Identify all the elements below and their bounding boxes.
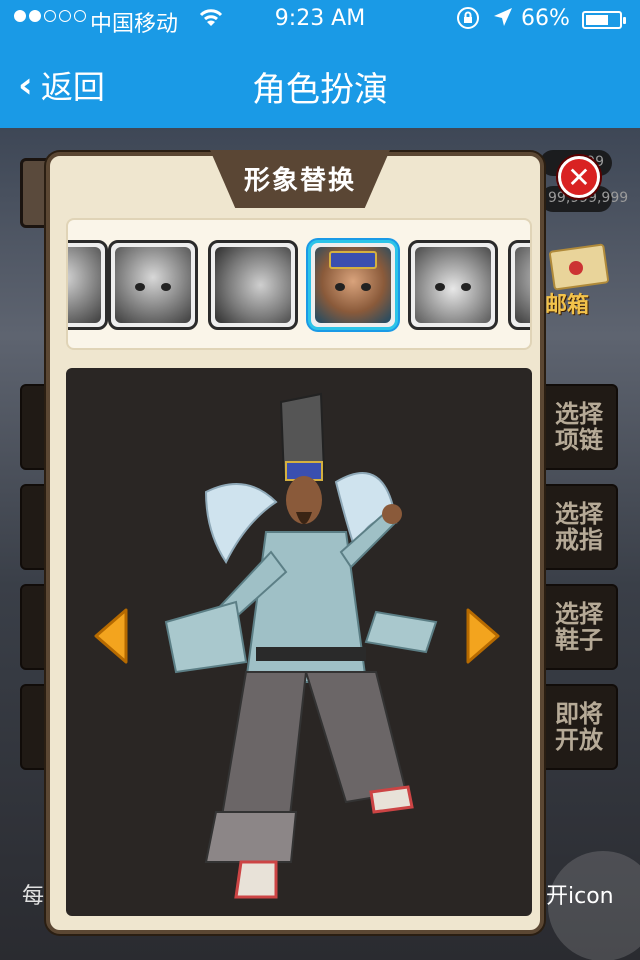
status-bar: 中国移动 9:23 AM 66% <box>0 0 640 40</box>
character-preview <box>66 368 532 916</box>
close-button[interactable]: ✕ <box>558 156 600 198</box>
appearance-dialog: 形象替换 ✕ <box>46 150 600 934</box>
nav-bar: ‹ 返回 角色扮演 <box>0 40 640 128</box>
mailbox-button[interactable]: 邮箱 <box>545 243 615 323</box>
mailbox-label: 邮箱 <box>545 293 590 318</box>
avatar-thumbnail[interactable] <box>108 240 198 330</box>
select-shoes-button[interactable]: 选择 鞋子 <box>540 584 618 670</box>
coming-soon-button[interactable]: 即将 开放 <box>540 684 618 770</box>
dialog-title: 形象替换 <box>243 166 356 196</box>
avatar-thumbnail[interactable] <box>408 240 498 330</box>
character-figure <box>164 392 438 899</box>
select-ring-button[interactable]: 选择 戒指 <box>540 484 618 570</box>
battery-percent: 66% <box>521 6 570 31</box>
seal-icon <box>569 261 583 275</box>
select-necklace-button[interactable]: 选择 项链 <box>540 384 618 470</box>
battery-icon <box>582 11 626 29</box>
rotation-lock-icon <box>456 6 480 36</box>
footer-right-text: 开icon <box>546 884 614 909</box>
hat-icon <box>329 251 377 269</box>
avatar-thumbnail-selected[interactable] <box>308 240 398 330</box>
avatar-thumbnail[interactable] <box>508 240 530 330</box>
close-icon: ✕ <box>567 160 591 194</box>
avatar-strip[interactable] <box>66 218 532 350</box>
footer-left-text: 每 <box>22 884 45 909</box>
previous-arrow-icon[interactable] <box>92 606 130 666</box>
avatar-thumbnail[interactable] <box>208 240 298 330</box>
avatar-thumbnail[interactable] <box>68 240 108 330</box>
page-title: 角色扮演 <box>252 70 388 110</box>
next-arrow-icon[interactable] <box>464 606 502 666</box>
location-arrow-icon <box>492 6 514 34</box>
top-bar: 中国移动 9:23 AM 66% ‹ 返回 角色扮演 <box>0 0 640 128</box>
